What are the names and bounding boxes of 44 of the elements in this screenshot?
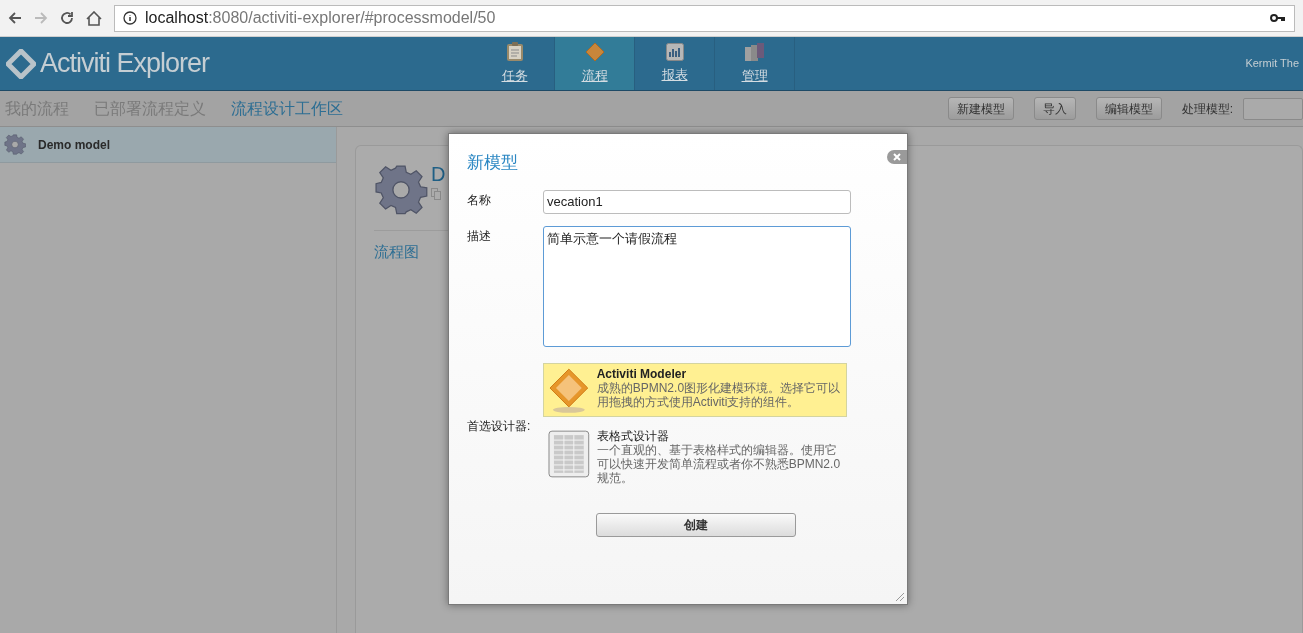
name-input[interactable]: vecation1 — [543, 189, 851, 214]
clipboard-icon — [505, 41, 524, 62]
nav-tab[interactable]: 流程 — [555, 37, 635, 90]
toolbar-button[interactable]: 编辑模型 — [1095, 97, 1162, 120]
designer-description: 一个直观的、基于表格样式的编辑器。使用它可以快速开发简单流程或者你不熟悉BPMN2.0规范。 — [596, 442, 842, 485]
designer-label: 首选设计器: — [467, 417, 532, 435]
designer-title: 表格式设计器 — [596, 428, 670, 443]
url-text: localhost:8080/activiti-explorer/#processmodel/50 — [145, 8, 496, 28]
diamond-icon — [584, 41, 605, 62]
copy-icon — [431, 188, 441, 200]
designer-description: 成熟的BPMN2.0图形化建模环境。选择它可以用拖拽的方式使用Activiti支持的组件。 — [596, 380, 842, 409]
gear-icon — [4, 133, 26, 156]
designer-option[interactable]: Activiti Modeler 成熟的BPMN2.0图形化建模环境。选择它可以用拖拽的方式使用Activiti支持的组件。 — [543, 362, 847, 417]
sidebar-item[interactable]: Demo model — [0, 127, 336, 163]
user-name[interactable]: Kermit The — [1245, 55, 1303, 72]
process-model-field[interactable] — [1243, 97, 1303, 120]
bar-chart-icon — [665, 42, 684, 61]
reload-icon[interactable] — [60, 11, 74, 25]
address-bar[interactable]: localhost:8080/activiti-explorer/#processmodel/50 — [114, 4, 1295, 32]
servers-icon — [743, 41, 766, 62]
nav-tab[interactable]: 报表 — [635, 37, 715, 90]
close-icon — [893, 153, 901, 161]
create-button[interactable]: 创建 — [596, 512, 796, 537]
info-icon — [123, 11, 137, 25]
designer-title: Activiti Modeler — [596, 366, 688, 381]
toolbar-button[interactable]: 导入 — [1033, 97, 1076, 120]
table-icon — [547, 428, 591, 479]
logo-icon — [6, 48, 36, 79]
app-logo-text: Activiti Explorer — [40, 47, 210, 81]
description-label: 描述 — [467, 227, 492, 245]
dialog-title: 新模型 — [467, 152, 519, 174]
designer-option[interactable]: 表格式设计器 一个直观的、基于表格样式的编辑器。使用它可以快速开发简单流程或者你不熟悉BPMN2.0规范。 — [543, 424, 847, 489]
description-textarea[interactable]: 简单示意一个请假流程 — [543, 225, 851, 347]
resize-grip-icon[interactable] — [895, 592, 905, 602]
key-icon[interactable] — [1270, 13, 1286, 23]
home-icon[interactable] — [86, 10, 102, 26]
process-model-label: 处理模型: — [1181, 100, 1233, 118]
toolbar-button[interactable]: 新建模型 — [947, 97, 1014, 120]
back-icon[interactable] — [8, 11, 22, 25]
name-label: 名称 — [467, 191, 492, 209]
diamond-icon — [547, 366, 591, 413]
model-title: D — [431, 164, 446, 184]
close-button[interactable] — [887, 150, 907, 164]
nav-tab[interactable]: 管理 — [715, 37, 795, 90]
